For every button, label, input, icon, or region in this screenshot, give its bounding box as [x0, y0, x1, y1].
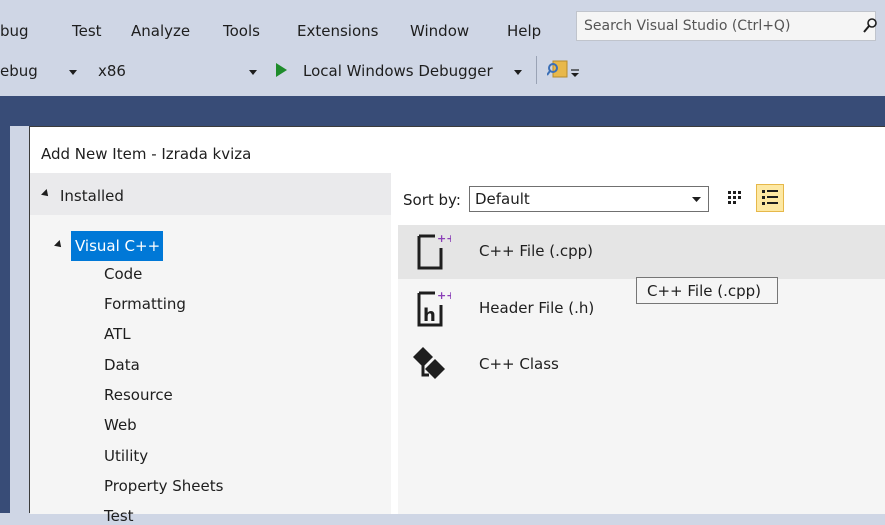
svg-text:++: ++	[437, 289, 451, 302]
menu-tools[interactable]: Tools	[223, 22, 260, 40]
expanded-triangle-icon[interactable]	[41, 189, 51, 199]
small-icons-view-icon[interactable]	[721, 185, 747, 211]
cpp-file-icon: ++	[417, 232, 451, 270]
tree-item-code[interactable]: Code	[104, 265, 142, 283]
play-icon[interactable]	[275, 63, 287, 77]
template-label: C++ Class	[479, 355, 559, 373]
tree-item-utility[interactable]: Utility	[104, 447, 148, 465]
menu-extensions[interactable]: Extensions	[297, 22, 378, 40]
toolbar-separator	[536, 56, 537, 84]
toolbar: ebug x86 Local Windows Debugger	[0, 46, 885, 96]
solution-config-value[interactable]: ebug	[0, 62, 38, 80]
template-pane: Sort by: Default ++ C++ File (.cpp) h ++…	[391, 173, 885, 514]
list-view-icon	[762, 190, 778, 205]
tree-item-web[interactable]: Web	[104, 416, 137, 434]
find-in-files-icon[interactable]	[547, 58, 569, 80]
tree-item-test[interactable]: Test	[104, 507, 134, 525]
tree-item-atl[interactable]: ATL	[104, 325, 131, 343]
solution-platform-value[interactable]: x86	[98, 62, 126, 80]
installed-label: Installed	[60, 187, 124, 205]
template-item-cpp-file[interactable]: ++ C++ File (.cpp)	[398, 225, 885, 279]
template-category-pane: Installed Visual C++ Code Formatting ATL…	[30, 173, 391, 525]
template-label: Header File (.h)	[479, 299, 595, 317]
menu-test[interactable]: Test	[72, 22, 102, 40]
tree-item-data[interactable]: Data	[104, 356, 140, 374]
chevron-down-icon[interactable]	[514, 70, 522, 75]
tree-item-property-sheets[interactable]: Property Sheets	[104, 477, 223, 495]
template-list: ++ C++ File (.cpp) h ++ Header File (.h)	[398, 225, 885, 514]
tree-item-resource[interactable]: Resource	[104, 386, 173, 404]
tooltip: C++ File (.cpp)	[636, 277, 778, 304]
chevron-down-icon[interactable]	[249, 70, 257, 75]
tooltip-text: C++ File (.cpp)	[647, 282, 762, 300]
menu-analyze[interactable]: Analyze	[131, 22, 190, 40]
tree-item-visual-cpp[interactable]: Visual C++	[71, 231, 163, 261]
start-debugger-button[interactable]: Local Windows Debugger	[303, 62, 493, 80]
installed-node[interactable]: Installed	[30, 173, 391, 215]
template-item-cpp-class[interactable]: C++ Class	[398, 338, 885, 392]
add-new-item-dialog: Add New Item - Izrada kviza Installed Vi…	[29, 126, 885, 525]
editor-background-left	[0, 126, 10, 513]
template-label: C++ File (.cpp)	[479, 242, 594, 260]
list-view-button[interactable]	[756, 184, 784, 212]
chevron-down-icon[interactable]	[69, 70, 77, 75]
search-icon	[863, 18, 877, 33]
chevron-down-icon	[692, 197, 701, 202]
menu-help[interactable]: Help	[507, 22, 541, 40]
menu-bar: bug Test Analyze Tools Extensions Window…	[0, 0, 885, 46]
expanded-triangle-icon[interactable]	[54, 240, 64, 250]
cpp-class-icon	[413, 347, 445, 379]
header-file-icon: h ++	[417, 289, 451, 327]
svg-text:h: h	[423, 305, 436, 326]
toolbar-overflow-icon[interactable]	[570, 68, 580, 78]
tree-item-label: Visual C++	[75, 237, 161, 255]
svg-text:++: ++	[437, 232, 451, 245]
search-input[interactable]: Search Visual Studio (Ctrl+Q)	[576, 11, 877, 41]
editor-background	[0, 96, 885, 126]
dialog-title: Add New Item - Izrada kviza	[41, 145, 252, 163]
sort-by-value: Default	[475, 190, 530, 208]
tree-item-formatting[interactable]: Formatting	[104, 295, 186, 313]
search-placeholder: Search Visual Studio (Ctrl+Q)	[584, 18, 791, 34]
sort-by-label: Sort by:	[403, 191, 461, 209]
menu-debug[interactable]: bug	[0, 22, 29, 40]
sort-by-select[interactable]: Default	[469, 186, 709, 212]
menu-window[interactable]: Window	[410, 22, 469, 40]
